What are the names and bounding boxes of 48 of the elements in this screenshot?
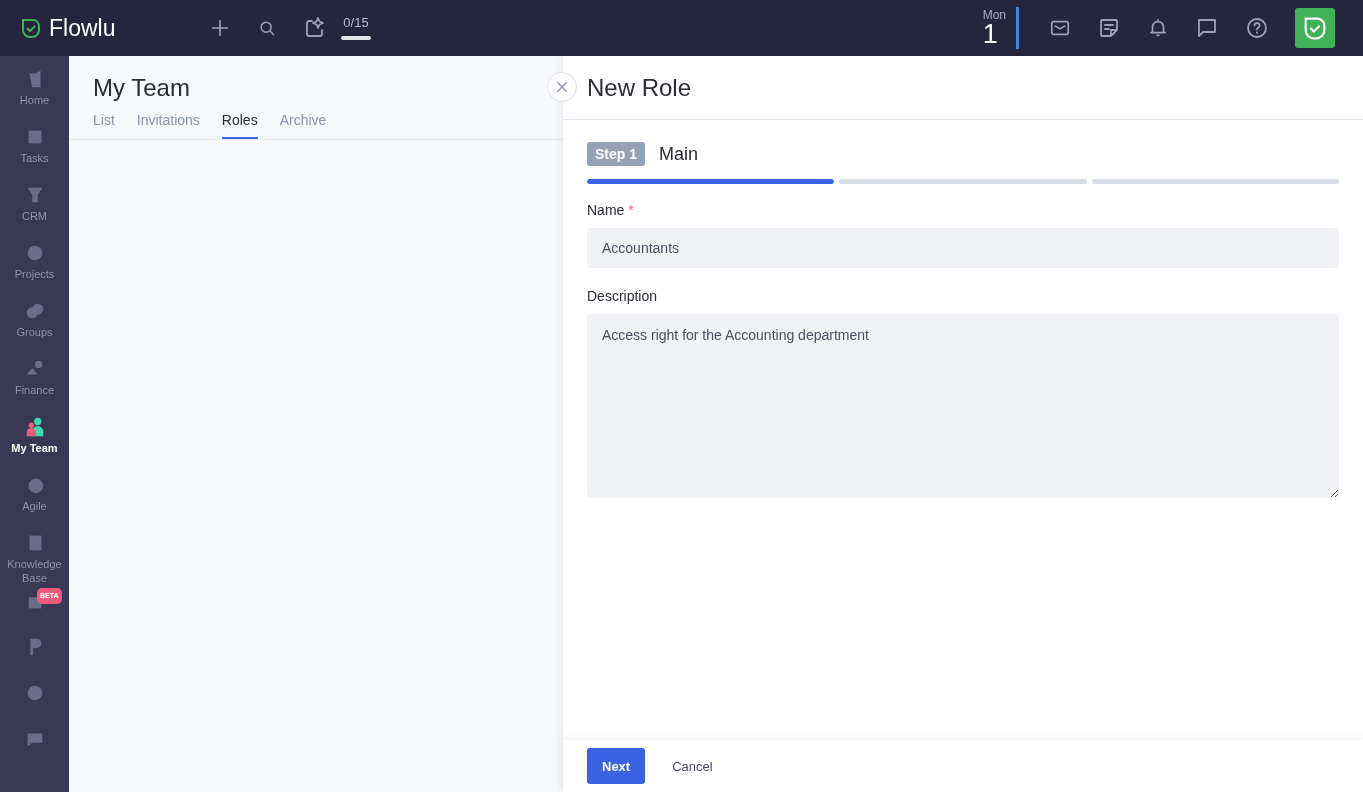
sidebar-label: Tasks <box>20 151 49 165</box>
search-icon[interactable] <box>257 18 277 38</box>
help-icon[interactable] <box>1245 16 1269 40</box>
sidebar-label: Knowledge Base <box>6 557 63 585</box>
step-title: Main <box>659 143 699 165</box>
sidebar-item[interactable]: Knowledge Base <box>0 530 69 588</box>
field-label: Description <box>587 288 658 304</box>
weekday-text: Mon <box>982 8 1006 21</box>
sidebar-label: My Team <box>11 441 58 455</box>
logo-icon <box>19 16 43 40</box>
cancel-button[interactable]: Cancel <box>657 748 728 784</box>
tab[interactable]: List <box>93 112 115 139</box>
app-button[interactable] <box>1295 8 1335 48</box>
sidebar-label: Agile <box>22 499 47 513</box>
sidebar-label: Groups <box>16 325 53 339</box>
sidebar-item[interactable]: Agile <box>0 472 69 530</box>
close-icon <box>554 79 570 95</box>
next-button[interactable]: Next <box>587 748 646 784</box>
tab[interactable]: Archive <box>279 112 327 139</box>
sidebar-label: CRM <box>21 209 48 223</box>
field-label: Name <box>587 202 625 218</box>
required-mark: * <box>628 202 634 218</box>
day-number: 1 <box>982 20 998 48</box>
bell-icon[interactable] <box>1147 17 1169 39</box>
plus-icon[interactable] <box>209 17 231 39</box>
sidebar-label: Projects <box>14 267 55 281</box>
logo-text: Flowlu <box>49 14 116 42</box>
tab[interactable]: Invitations <box>136 112 200 139</box>
counter-bar <box>341 35 371 40</box>
sidebar-item[interactable]: Finance <box>0 356 69 414</box>
sidebar-item[interactable]: My Team <box>0 414 69 472</box>
sparkle-box-icon[interactable] <box>303 16 327 40</box>
note-icon[interactable] <box>1097 16 1121 40</box>
sidebar-item[interactable]: Groups <box>0 298 69 356</box>
sidebar-item[interactable]: CRM <box>0 182 69 240</box>
sidebar-item[interactable]: Tasks <box>0 124 69 182</box>
sidebar-label: Finance <box>14 383 55 397</box>
tab[interactable]: Roles <box>221 112 258 139</box>
step-badge: Step 1 <box>587 142 645 166</box>
sidebar-label: Home <box>19 93 50 107</box>
panel-title: New Role <box>587 73 692 102</box>
description-field[interactable]: Access right for the Accounting department <box>587 314 1339 498</box>
page-title: My Team <box>93 74 191 102</box>
sidebar-item[interactable]: Home <box>0 66 69 124</box>
counter-text: 0/15 <box>343 14 369 30</box>
chat-icon[interactable] <box>1195 16 1219 40</box>
sidebar-item[interactable]: Projects <box>0 240 69 298</box>
name-field[interactable]: Accountants <box>587 228 1339 268</box>
